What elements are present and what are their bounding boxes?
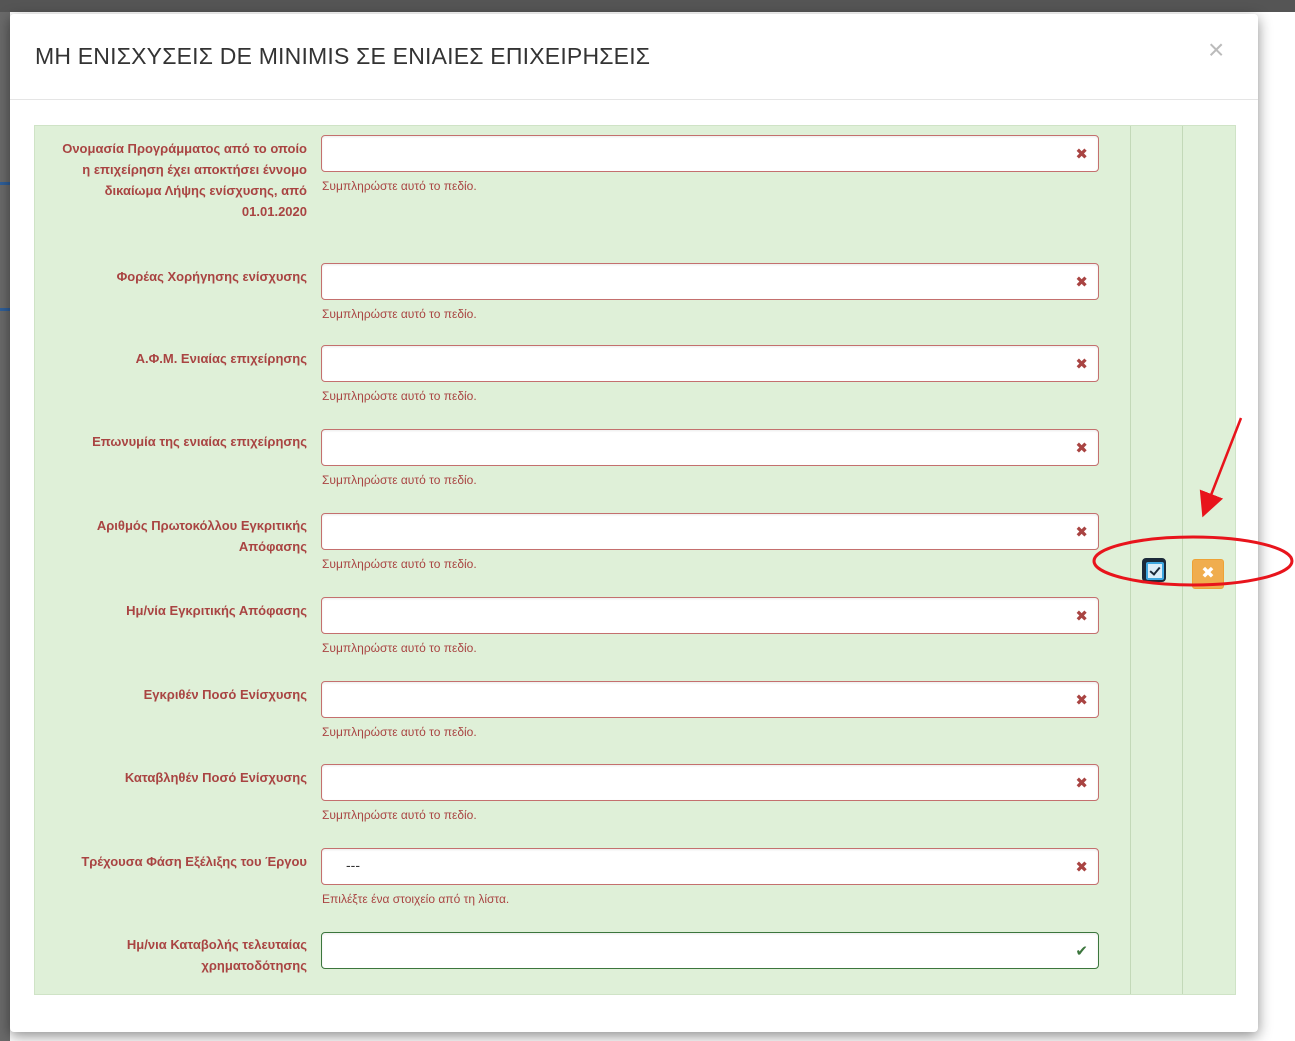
close-icon: ✖ <box>1075 692 1088 709</box>
decision-date-input[interactable]: ✖ <box>321 597 1099 634</box>
field-label: Ημ/νία Εγκριτικής Απόφασης <box>126 603 307 618</box>
edit-icon <box>1146 562 1164 580</box>
field-label: Ημ/νια Καταβολής τελευταίας χρηματοδότησ… <box>126 937 307 973</box>
backdrop-accent <box>0 308 10 311</box>
close-icon: ✖ <box>1075 524 1088 541</box>
page-backdrop-left <box>0 12 10 1041</box>
close-button[interactable]: × <box>1208 36 1224 64</box>
field-help: Συμπληρώστε αυτό το πεδίο. <box>322 473 477 487</box>
field-help: Συμπληρώστε αυτό το πεδίο. <box>322 725 477 739</box>
delete-button[interactable]: ✖ <box>1192 559 1224 589</box>
approved-amount-input[interactable]: ✖ <box>321 681 1099 718</box>
page-backdrop-right <box>1258 12 1295 1041</box>
field-help: Συμπληρώστε αυτό το πεδίο. <box>322 307 477 321</box>
close-icon: ✖ <box>1075 859 1088 876</box>
field-label: Επωνυμία της ενιαίας επιχείρησης <box>92 434 307 449</box>
field-label: Καταβληθέν Ποσό Ενίσχυσης <box>124 770 307 785</box>
close-icon: ✖ <box>1075 440 1088 457</box>
page-backdrop-top <box>0 0 1295 12</box>
close-icon: ✖ <box>1075 608 1088 625</box>
program-name-input[interactable]: ✖ <box>321 135 1099 172</box>
decision-protocol-input[interactable]: ✖ <box>321 513 1099 550</box>
close-icon: ✖ <box>1075 274 1088 291</box>
close-icon: ✖ <box>1075 356 1088 373</box>
paid-amount-input[interactable]: ✖ <box>321 764 1099 801</box>
form-panel: Ονομασία Προγράμματος από το οποίο η επι… <box>34 125 1236 995</box>
field-label: Φορέας Χορήγησης ενίσχυσης <box>116 269 307 284</box>
modal-title: ΜΗ ΕΝΙΣΧΥΣΕΙΣ DE MINIMIS ΣΕ ΕΝΙΑΙΕΣ ΕΠΙΧ… <box>35 43 651 69</box>
field-help: Συμπληρώστε αυτό το πεδίο. <box>322 808 477 822</box>
field-help: Συμπληρώστε αυτό το πεδίο. <box>322 641 477 655</box>
modal-header: ΜΗ ΕΝΙΣΧΥΣΕΙΣ DE MINIMIS ΣΕ ΕΝΙΑΙΕΣ ΕΠΙΧ… <box>10 14 1258 100</box>
field-help: Συμπληρώστε αυτό το πεδίο. <box>322 389 477 403</box>
delete-icon: ✖ <box>1201 565 1215 582</box>
column-divider <box>1182 126 1183 994</box>
field-label: Αριθμός Πρωτοκόλλου Εγκριτικής Απόφασης <box>96 518 307 554</box>
vat-number-input[interactable]: ✖ <box>321 345 1099 382</box>
project-phase-select[interactable]: --- ✖ <box>321 848 1099 885</box>
field-help: Συμπληρώστε αυτό το πεδίο. <box>322 179 477 193</box>
check-icon: ✔ <box>1075 943 1088 960</box>
field-label: Ονομασία Προγράμματος από το οποίο η επι… <box>62 141 307 219</box>
field-label: Εγκριθέν Ποσό Ενίσχυσης <box>143 687 307 702</box>
granting-body-input[interactable]: ✖ <box>321 263 1099 300</box>
field-help: Επιλέξτε ένα στοιχείο από τη λίστα. <box>322 892 510 906</box>
company-name-input[interactable]: ✖ <box>321 429 1099 466</box>
close-icon: ✖ <box>1075 775 1088 792</box>
modal-dialog: ΜΗ ΕΝΙΣΧΥΣΕΙΣ DE MINIMIS ΣΕ ΕΝΙΑΙΕΣ ΕΠΙΧ… <box>10 14 1258 1032</box>
column-divider <box>1130 126 1131 994</box>
field-label: Α.Φ.Μ. Ενιαίας επιχείρησης <box>135 351 307 366</box>
edit-button[interactable] <box>1142 558 1166 582</box>
select-value: --- <box>346 857 360 873</box>
close-icon: ✖ <box>1075 146 1088 163</box>
field-help: Συμπληρώστε αυτό το πεδίο. <box>322 557 477 571</box>
last-payment-date-input[interactable]: ✔ <box>321 932 1099 969</box>
field-label: Τρέχουσα Φάση Εξέλιξης του Έργου <box>81 854 307 869</box>
backdrop-accent <box>0 182 10 185</box>
